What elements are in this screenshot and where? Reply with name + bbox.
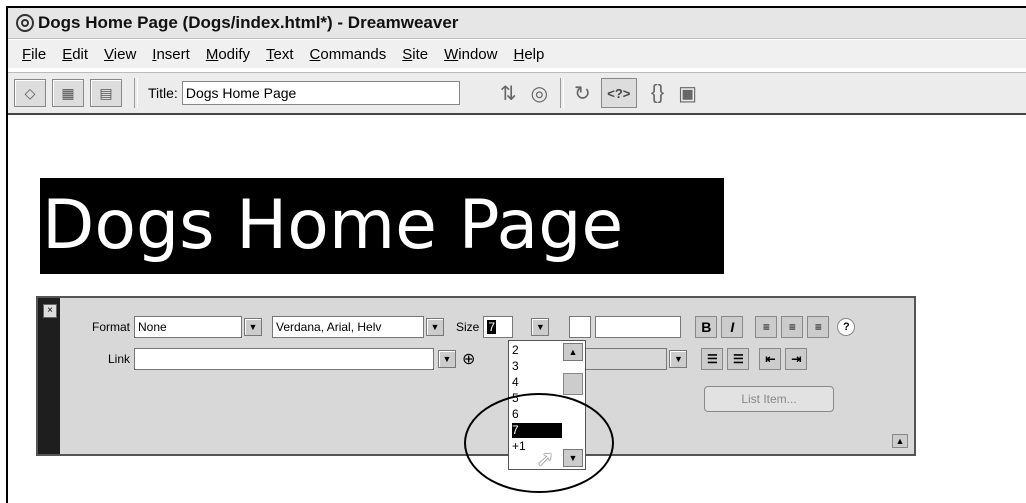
menu-modify[interactable]: Modify: [206, 46, 250, 63]
menu-help[interactable]: Help: [513, 46, 544, 63]
size-value: 7: [487, 320, 497, 334]
color-input[interactable]: [595, 316, 682, 338]
size-select[interactable]: 7: [483, 316, 514, 338]
toolbar-separator: [134, 78, 138, 108]
format-value: None: [138, 320, 167, 334]
align-right-icon[interactable]: ≡: [807, 316, 830, 338]
dreamweaver-logo-icon: [16, 14, 34, 32]
indent-icon[interactable]: ⇥: [785, 348, 808, 370]
italic-button[interactable]: I: [721, 316, 744, 338]
page-heading[interactable]: Dogs Home Page: [40, 178, 724, 274]
title-label: Title:: [148, 85, 178, 101]
split-view-icon: ▦: [61, 84, 75, 101]
expand-arrow-icon[interactable]: ▲: [892, 434, 908, 448]
file-management-icon[interactable]: ⇅: [500, 81, 517, 106]
view-options-icon[interactable]: ▣: [678, 81, 697, 106]
window-title: Dogs Home Page (Dogs/index.html*) - Drea…: [38, 13, 459, 32]
menu-edit[interactable]: Edit: [62, 46, 88, 63]
point-to-file-icon[interactable]: ⊕: [462, 349, 475, 369]
menu-commands[interactable]: Commands: [310, 46, 387, 63]
outdent-icon[interactable]: ⇤: [759, 348, 782, 370]
help-icon[interactable]: ?: [837, 318, 856, 336]
size-option[interactable]: 4: [512, 375, 562, 390]
chevron-down-icon[interactable]: ▼: [438, 350, 456, 368]
code-view-icon: ◇: [24, 84, 36, 101]
code-view-button[interactable]: ◇: [14, 79, 46, 107]
page-title-input[interactable]: [181, 81, 460, 105]
size-option[interactable]: 3: [512, 359, 562, 374]
chevron-down-icon[interactable]: ▼: [531, 318, 550, 336]
unordered-list-icon[interactable]: ☰: [701, 348, 724, 370]
link-row: Link ▼ ⊕ ▼ ☰ ☰ ⇤ ⇥: [84, 348, 808, 370]
close-icon[interactable]: ×: [43, 304, 57, 318]
color-swatch[interactable]: [569, 316, 592, 338]
font-select[interactable]: Verdana, Arial, Helv: [272, 316, 424, 338]
document-toolbar: ◇ ▦ ▤ Title: ⇅ ◎ ↻ <?> {} ▣: [8, 72, 1026, 115]
link-input[interactable]: [134, 348, 434, 370]
preview-browser-icon[interactable]: ◎: [531, 81, 548, 106]
scrollbar-thumb[interactable]: [563, 373, 583, 395]
chevron-down-icon[interactable]: ▼: [244, 318, 262, 336]
menu-window[interactable]: Window: [444, 46, 497, 63]
size-option[interactable]: 2: [512, 343, 562, 358]
highlight-circle: [464, 393, 614, 493]
link-label: Link: [107, 352, 130, 366]
refresh-icon[interactable]: ↻: [574, 81, 591, 106]
size-label: Size: [456, 320, 480, 334]
bold-button[interactable]: B: [695, 316, 718, 338]
ordered-list-icon[interactable]: ☰: [727, 348, 750, 370]
menu-bar: File Edit View Insert Modify Text Comman…: [8, 40, 1026, 68]
scroll-up-icon[interactable]: ▲: [563, 343, 583, 361]
format-select[interactable]: None: [134, 316, 242, 338]
title-bar: Dogs Home Page (Dogs/index.html*) - Drea…: [8, 8, 1026, 39]
menu-site[interactable]: Site: [402, 46, 428, 63]
design-view-button[interactable]: ▤: [90, 79, 122, 107]
chevron-down-icon[interactable]: ▼: [669, 350, 688, 368]
split-view-button[interactable]: ▦: [52, 79, 84, 107]
font-value: Verdana, Arial, Helv: [276, 320, 382, 334]
menu-text[interactable]: Text: [266, 46, 294, 63]
reference-button[interactable]: <?>: [600, 78, 637, 108]
menu-file[interactable]: File: [22, 46, 46, 63]
toolbar-separator: [560, 78, 565, 108]
properties-sidebar: ×: [38, 298, 60, 454]
chevron-down-icon[interactable]: ▼: [426, 318, 444, 336]
code-nav-icon[interactable]: {}: [651, 82, 664, 105]
menu-insert[interactable]: Insert: [152, 46, 190, 63]
menu-view[interactable]: View: [104, 46, 136, 63]
format-row: Format None ▼ Verdana, Arial, Helv ▼ Siz…: [84, 316, 856, 338]
format-label: Format: [91, 320, 130, 334]
design-view-icon: ▤: [99, 84, 113, 101]
align-center-icon[interactable]: ≡: [781, 316, 804, 338]
list-item-button[interactable]: List Item...: [704, 386, 834, 412]
align-left-icon[interactable]: ≡: [755, 316, 778, 338]
